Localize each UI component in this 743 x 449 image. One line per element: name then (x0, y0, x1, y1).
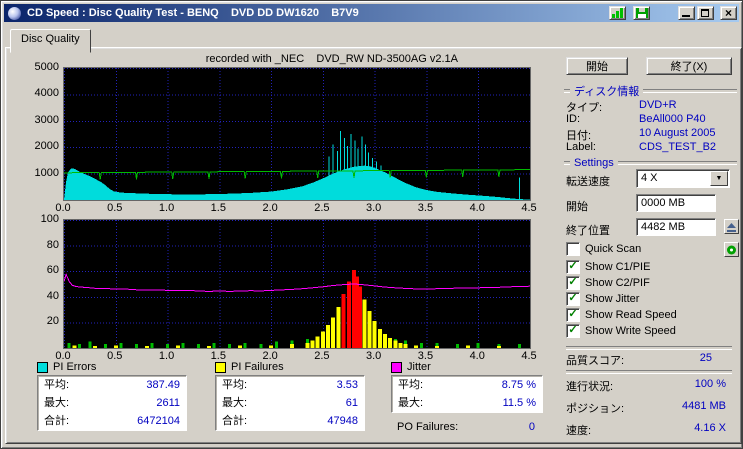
po-failures-label: PO Failures: (397, 421, 459, 433)
jitter-swatch (391, 361, 402, 373)
checkbox-show-c2-pif[interactable]: ✓ Show C2/PIF (566, 275, 650, 290)
pi-errors-legend: PI Errors (37, 361, 96, 373)
quality-score-label: 品質スコア: (566, 355, 625, 367)
minimize-icon (682, 15, 690, 17)
close-button[interactable]: × (720, 6, 737, 20)
pi-errors-swatch (37, 361, 48, 373)
speed-select[interactable]: 4 X ▼ (636, 169, 730, 188)
app-icon (8, 6, 21, 20)
checkbox-label: Show Write Speed (585, 324, 676, 337)
stat-row: 合計: 47948 (222, 415, 358, 427)
po-failures-value: 0 (528, 421, 535, 433)
checkbox-show-write-speed[interactable]: ✓ Show Write Speed (566, 323, 676, 338)
checkbox-show-read-speed[interactable]: ✓ Show Read Speed (566, 307, 677, 322)
stat-row: 合計: 6472104 (44, 415, 180, 427)
pi-errors-stats-box: 平均: 387.49 最大: 2611 合計: 6472104 (37, 375, 187, 431)
pi-failures-legend: PI Failures (215, 361, 284, 373)
divider (566, 346, 732, 350)
checkbox-label: Show Jitter (585, 292, 640, 305)
stat-row: 平均: 3.53 (222, 379, 358, 391)
speed-row: 速度: 4.16 X (566, 422, 726, 437)
close-icon: × (724, 6, 732, 20)
pi-failures-title: PI Failures (231, 361, 284, 373)
progress-row: 進行状況: 100 % (566, 378, 726, 393)
control-panel: 開始 終了(X) ディスク情報 タイプ: DVD+R ID: BeAll000 P4… (561, 51, 740, 442)
disc-info-row-label: Label: CDS_TEST_B2 (566, 141, 717, 153)
pi-failures-stats-box: 平均: 3.53 最大: 61 合計: 47948 (215, 375, 365, 431)
pi-failures-jitter-chart: 20 40 60 80 100 0.0 0.5 1.0 1.5 2.0 2.5 3.0 3.5 4.0 4.… (40, 213, 537, 362)
quality-score-value: 25 (699, 352, 712, 364)
checkbox-label: Show C2/PIF (585, 276, 650, 289)
minimize-button[interactable] (678, 6, 695, 20)
pi-errors-title: PI Errors (53, 361, 97, 373)
title-bar[interactable]: CD Speed : Disc Quality Test - BENQ DVD … (4, 4, 739, 22)
eject-icon (727, 222, 736, 232)
chart-tool-button[interactable] (609, 6, 626, 20)
start-button[interactable]: 開始 (566, 57, 628, 75)
checkbox-label: Quick Scan (585, 242, 642, 255)
stat-row: 平均: 8.75 % (398, 379, 536, 391)
checkbox-label: Show Read Speed (585, 308, 677, 321)
checkbox-box: ✓ (566, 275, 580, 290)
pi-errors-chart: 1000 2000 3000 4000 5000 0.0 0.5 1.0 1.5 2.0 2.5 3.… (34, 61, 537, 214)
jitter-stats-box: 平均: 8.75 % 最大: 11.5 % (391, 375, 543, 413)
save-tool-button[interactable] (633, 6, 650, 20)
divider (566, 370, 732, 374)
quality-score-row: 品質スコア: 25 (566, 352, 712, 367)
recorded-with-label: recorded with _NEC DVD_RW ND-3500AG v2.1… (205, 53, 458, 65)
stat-row: 最大: 61 (222, 397, 358, 409)
eject-button[interactable] (724, 219, 739, 234)
checkbox-quick-scan[interactable]: Quick Scan (566, 241, 642, 256)
speed-value: 4 X (641, 172, 658, 184)
disc-info-header: ディスク情報 (564, 85, 737, 98)
checkbox-box: ✓ (566, 259, 580, 274)
pi-failures-swatch (215, 361, 226, 373)
tab-disc-quality[interactable]: Disc Quality (10, 29, 91, 53)
chart-icon (611, 8, 623, 18)
checkbox-box: ✓ (566, 307, 580, 322)
disc-info-row-date: 日付: 10 August 2005 (566, 127, 716, 142)
checkbox-show-c1-pie[interactable]: ✓ Show C1/PIE (566, 259, 651, 274)
jitter-legend: Jitter (391, 361, 431, 373)
checkbox-box: ✓ (566, 323, 580, 338)
stat-row: 最大: 11.5 % (398, 397, 536, 409)
checkbox-box (566, 241, 580, 256)
pi-failures-jitter-plot (63, 219, 531, 349)
checkbox-show-jitter[interactable]: ✓ Show Jitter (566, 291, 640, 306)
save-icon (635, 8, 648, 18)
pi-errors-plot (63, 67, 531, 201)
disc-info-row-type: タイプ: DVD+R (566, 99, 677, 114)
tab-label: Disc Quality (21, 33, 80, 45)
disc-icon (727, 245, 736, 254)
po-failures-row: PO Failures: 0 (391, 421, 541, 433)
maximize-icon (701, 9, 709, 17)
app-window: CD Speed : Disc Quality Test - BENQ DVD … (0, 0, 743, 449)
start-position-input[interactable]: 0000 MB (636, 194, 716, 212)
disc-info-row-id: ID: BeAll000 P40 (566, 113, 706, 125)
stat-row: 平均: 387.49 (44, 379, 180, 391)
window-title: CD Speed : Disc Quality Test - BENQ DVD … (27, 7, 359, 19)
checkbox-box: ✓ (566, 291, 580, 306)
end-position-input[interactable]: 4482 MB (636, 218, 716, 236)
disc-button[interactable] (724, 242, 739, 257)
maximize-button[interactable] (697, 6, 714, 20)
stat-row: 最大: 2611 (44, 397, 180, 409)
chevron-down-icon[interactable]: ▼ (710, 171, 728, 186)
settings-header: Settings (564, 157, 737, 169)
exit-button[interactable]: 終了(X) (646, 57, 732, 75)
checkbox-label: Show C1/PIE (585, 260, 651, 273)
position-row: ポジション: 4481 MB (566, 400, 726, 415)
jitter-title: Jitter (407, 361, 431, 373)
